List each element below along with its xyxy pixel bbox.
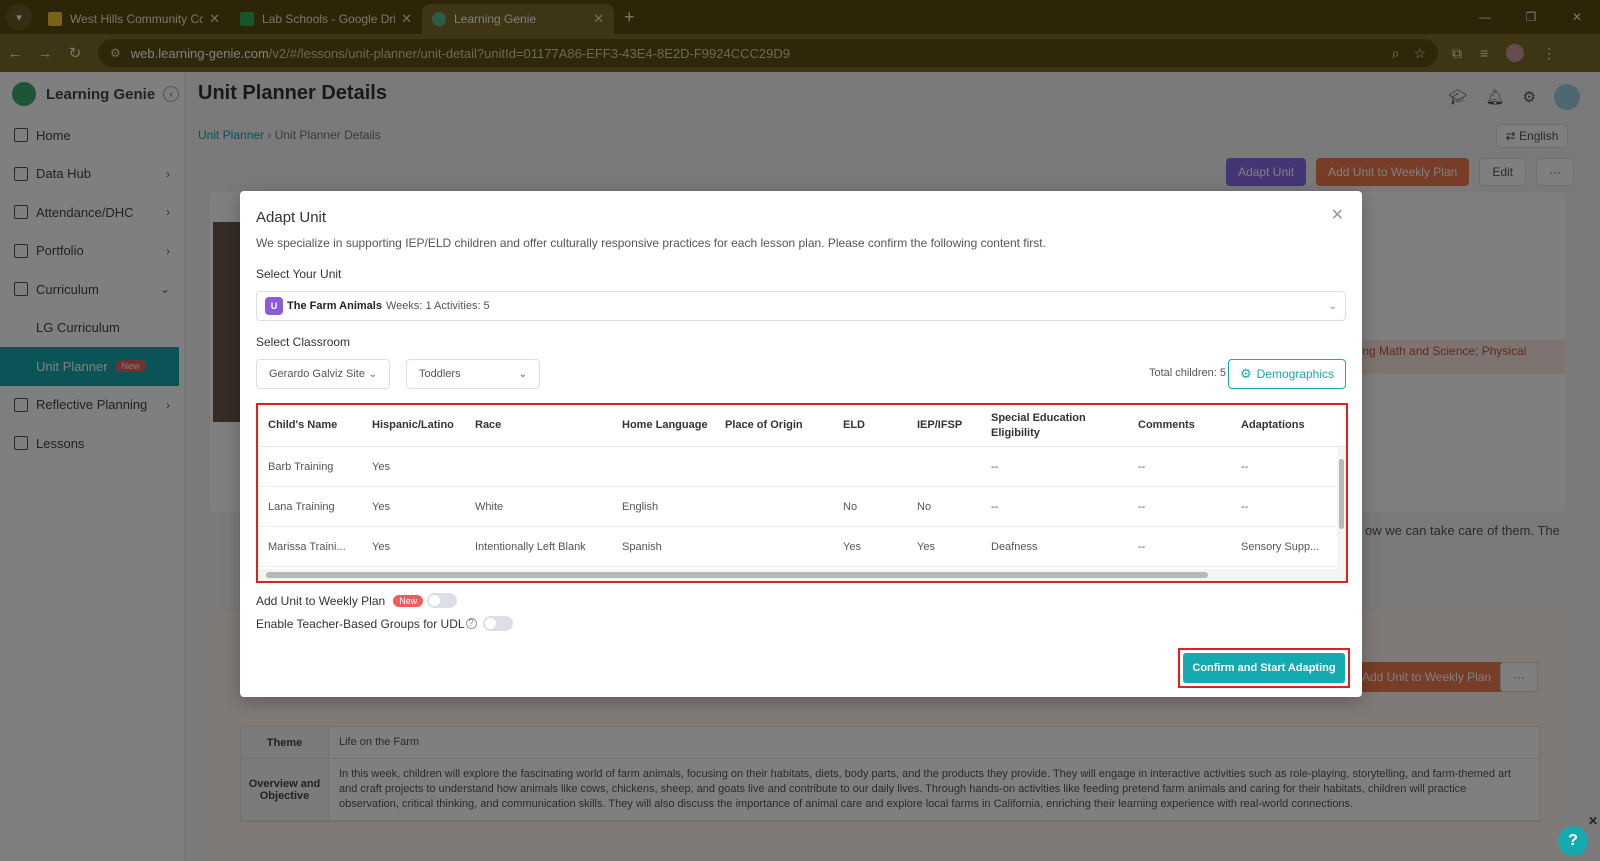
table-cell: Marissa Traini... (268, 540, 346, 553)
classroom-value: Toddlers (419, 368, 461, 380)
classroom-select[interactable]: Toddlers ⌄ (406, 359, 540, 389)
unit-name: The Farm Animals (287, 300, 382, 312)
table-cell: Intentionally Left Blank (475, 540, 586, 553)
table-cell: Yes (843, 540, 861, 553)
table-cell (715, 487, 833, 526)
confirm-and-start-adapting-button[interactable]: Confirm and Start Adapting (1183, 653, 1345, 683)
site-value: Gerardo Galviz Site (269, 368, 365, 380)
table-cell: Yes (372, 540, 390, 553)
table-cell: Spanish (622, 540, 662, 553)
table-cell: -- (1241, 460, 1249, 473)
new-badge: New (393, 594, 424, 607)
column-header: Home Language (622, 419, 708, 431)
site-select[interactable]: Gerardo Galviz Site ⌄ (256, 359, 390, 389)
table-cell (833, 447, 907, 486)
table-cell: Lana Training (268, 500, 335, 513)
column-header: Comments (1138, 419, 1195, 431)
column-header: IEP/IFSP (917, 419, 963, 431)
close-help-icon[interactable]: ✕ (1588, 814, 1598, 828)
table-cell (715, 527, 833, 566)
scrollbar-thumb[interactable] (266, 572, 1208, 578)
chevron-down-icon: ⌄ (518, 368, 527, 380)
table-cell: White (475, 500, 504, 513)
vertical-scrollbar[interactable] (1337, 447, 1346, 571)
table-cell: -- (1138, 460, 1146, 473)
chevron-down-icon: ⌄ (1328, 300, 1337, 312)
table-cell (907, 447, 981, 486)
unit-select[interactable]: U The Farm Animals Weeks: 1 Activities: … (256, 291, 1346, 321)
unit-meta: Weeks: 1 Activities: 5 (385, 300, 490, 312)
horizontal-scrollbar[interactable] (258, 569, 1346, 581)
help-button[interactable]: ? (1558, 826, 1588, 856)
table-cell: Yes (372, 500, 390, 513)
table-cell (465, 447, 612, 486)
column-header: Child's Name (268, 419, 338, 431)
dialog-description: We specialize in supporting IEP/ELD chil… (256, 236, 1046, 250)
column-header: ELD (843, 419, 865, 431)
chevron-down-icon: ⌄ (368, 368, 377, 380)
table-cell: Yes (917, 540, 935, 553)
total-children: Total children: 5 (1148, 367, 1226, 379)
table-cell: No (917, 500, 932, 513)
table-cell: -- (1138, 500, 1146, 513)
demographics-button[interactable]: ⚙ Demographics (1228, 359, 1346, 389)
question-icon[interactable]: ? (465, 618, 477, 629)
children-table: Child's Name Hispanic/Latino Race Home L… (256, 403, 1348, 583)
adapt-unit-dialog: Adapt Unit ✕ We specialize in supporting… (240, 191, 1362, 697)
udl-toggle[interactable] (482, 616, 513, 631)
table-cell (715, 447, 833, 486)
table-cell: Barb Training (268, 460, 334, 473)
scrollbar-thumb[interactable] (1339, 459, 1344, 529)
table-cell: Deafness (991, 540, 1038, 553)
table-cell: -- (991, 460, 999, 473)
toggle-label: Add Unit to Weekly Plan (256, 593, 386, 608)
confirm-highlight: Confirm and Start Adapting (1178, 648, 1350, 688)
weekly-plan-toggle-row: Add Unit to Weekly Plan New (256, 593, 458, 608)
close-icon[interactable]: ✕ (1331, 205, 1344, 225)
column-header: Race (475, 419, 502, 431)
table-cell: -- (1241, 500, 1249, 513)
table-header: Child's Name Hispanic/Latino Race Home L… (258, 405, 1346, 447)
demographics-label: Demographics (1256, 367, 1335, 381)
dialog-title: Adapt Unit (256, 209, 327, 226)
table-cell: -- (1138, 540, 1146, 553)
table-row[interactable]: Lana Training Yes White English No No --… (258, 487, 1346, 527)
column-header: Hispanic/Latino (372, 419, 454, 431)
table-row[interactable]: Barb Training Yes -- -- -- (258, 447, 1346, 487)
table-cell: Sensory Supp... (1241, 540, 1320, 553)
gear-icon: ⚙ (1239, 366, 1252, 381)
classroom-label: Select Classroom (256, 335, 351, 349)
table-cell (612, 447, 715, 486)
column-header: Adaptations (1241, 419, 1305, 431)
table-row[interactable]: Marissa Traini... Yes Intentionally Left… (258, 527, 1346, 567)
udl-toggle-row: Enable Teacher-Based Groups for UDL ? (256, 616, 513, 631)
table-cell: No (843, 500, 858, 513)
weekly-plan-toggle[interactable] (427, 593, 458, 608)
table-cell: Yes (372, 460, 390, 473)
unit-label: Select Your Unit (256, 267, 342, 281)
table-cell: English (622, 500, 659, 513)
toggle-label: Enable Teacher-Based Groups for UDL (256, 616, 465, 631)
unit-icon: U (265, 297, 283, 315)
column-header: Special Education Eligibility (991, 411, 1086, 439)
table-cell: -- (991, 500, 999, 513)
column-header: Place of Origin (725, 419, 803, 431)
